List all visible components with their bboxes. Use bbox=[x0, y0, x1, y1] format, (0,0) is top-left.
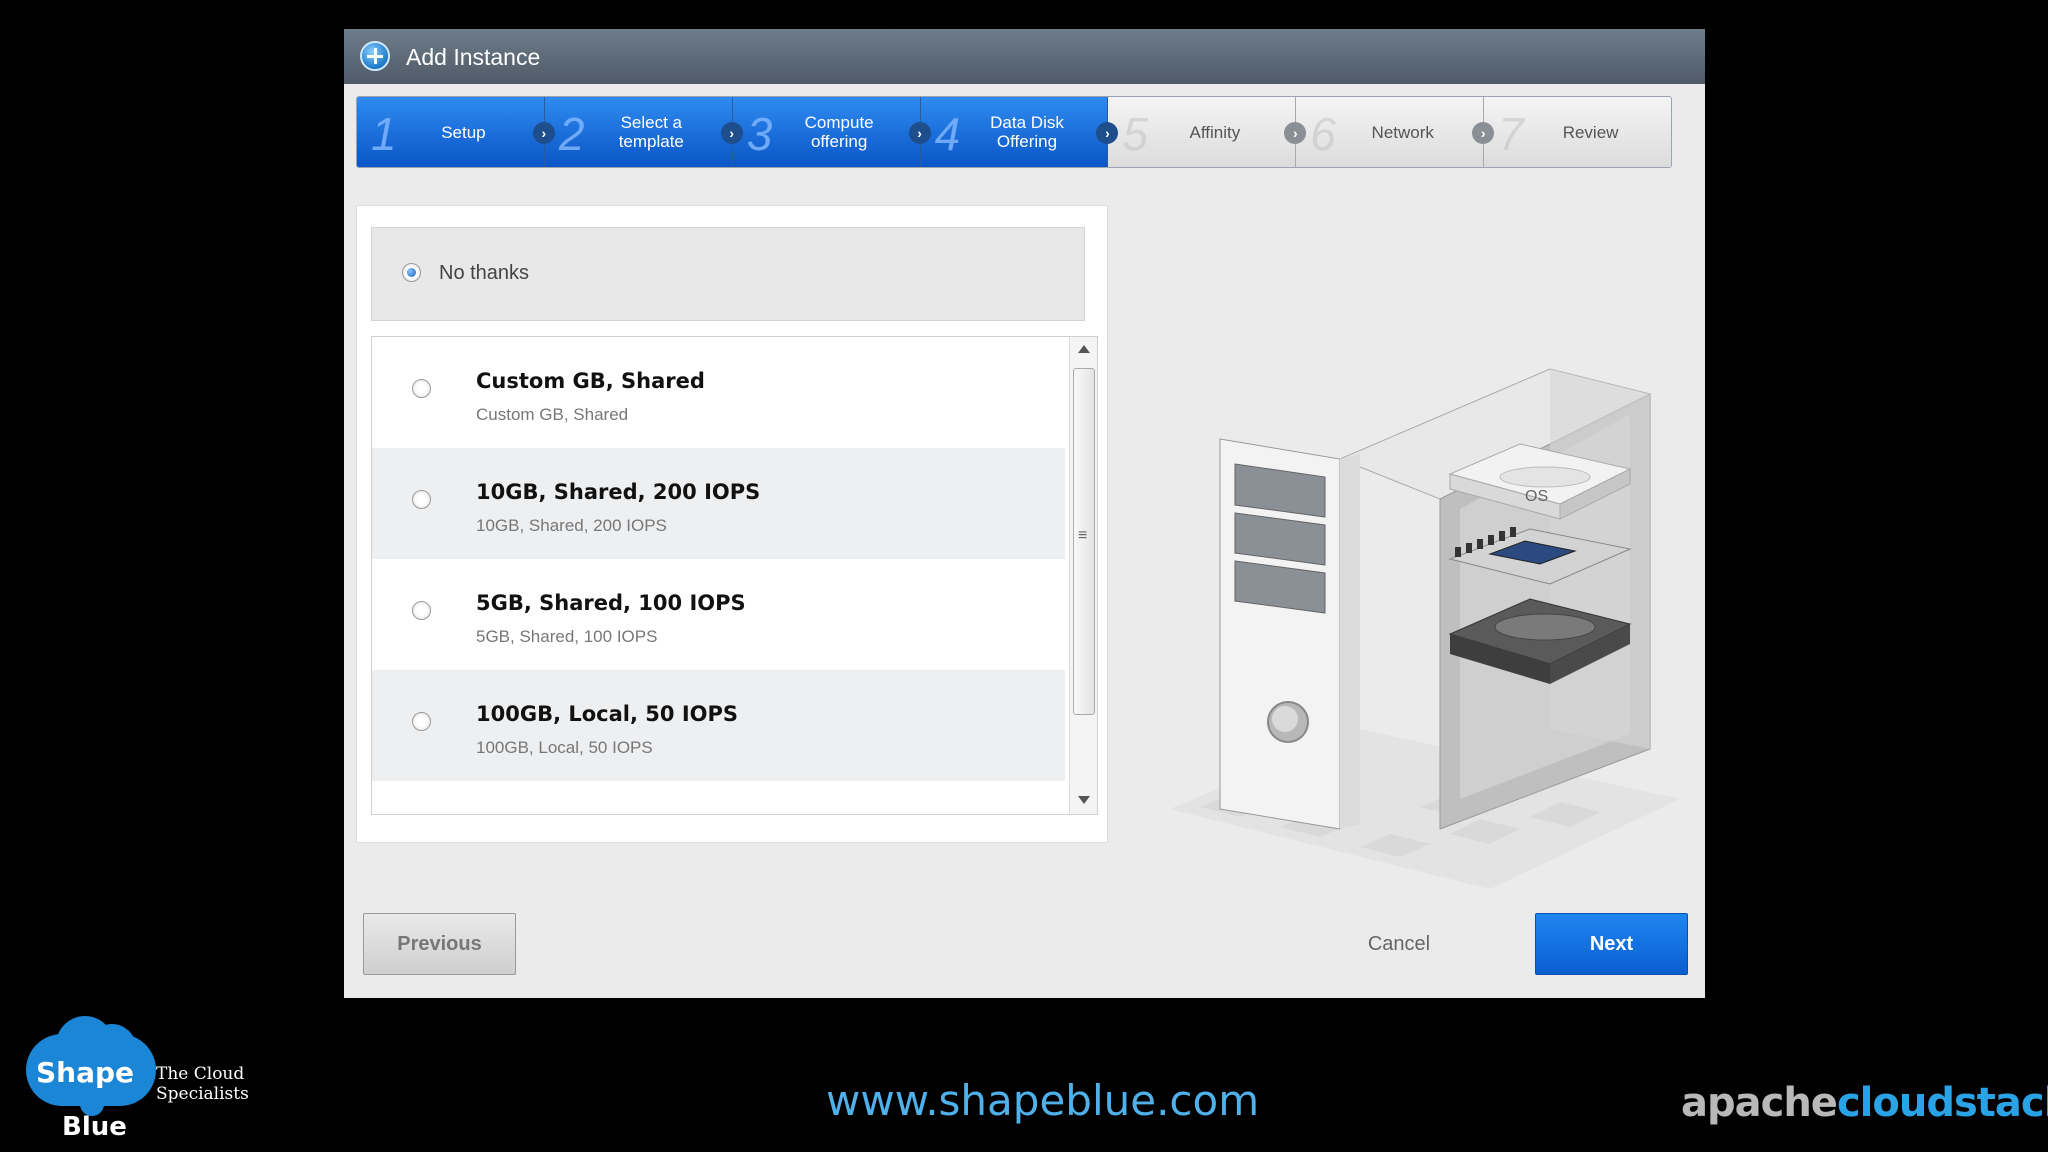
step-number: 7 bbox=[1498, 108, 1524, 160]
step-affinity[interactable]: 5 Affinity › bbox=[1108, 97, 1307, 167]
offering-description: 10GB, Shared, 200 IOPS bbox=[476, 516, 667, 535]
disk-offering-panel: No thanks Custom GB, Shared Custom GB, S… bbox=[356, 205, 1108, 843]
dialog-titlebar: Add Instance bbox=[344, 29, 1705, 84]
scroll-down-arrow-icon[interactable] bbox=[1078, 796, 1090, 804]
logo-word-shape: Shape bbox=[36, 1056, 135, 1089]
brand-part-apache: apache bbox=[1681, 1080, 1838, 1126]
step-label: Select a template bbox=[618, 113, 684, 151]
list-item[interactable]: Custom GB, Shared Custom GB, Shared bbox=[372, 337, 1065, 448]
offering-radio[interactable] bbox=[412, 490, 431, 509]
offering-description: Custom GB, Shared bbox=[476, 405, 629, 424]
offering-description: 100GB, Local, 50 IOPS bbox=[476, 738, 653, 757]
shapeblue-logo: Shape Blue The Cloud Specialists bbox=[20, 1016, 340, 1146]
scroll-thumb[interactable] bbox=[1073, 368, 1095, 715]
cancel-button[interactable]: Cancel bbox=[1344, 933, 1454, 963]
step-data-disk-offering[interactable]: 4 Data Disk Offering › bbox=[920, 97, 1119, 167]
list-item[interactable]: 10GB, Shared, 200 IOPS 10GB, Shared, 200… bbox=[372, 448, 1065, 559]
offering-radio[interactable] bbox=[412, 379, 431, 398]
step-label: Data Disk Offering bbox=[990, 113, 1064, 151]
chevron-right-icon: › bbox=[720, 122, 743, 144]
offering-name: Custom GB, Shared bbox=[476, 369, 705, 393]
offering-list[interactable]: Custom GB, Shared Custom GB, Shared 10GB… bbox=[371, 336, 1098, 815]
step-number: 1 bbox=[371, 108, 397, 160]
dialog-title: Add Instance bbox=[406, 44, 541, 70]
wizard-steps: 1 Setup › 2 Select a template › 3 Comput… bbox=[356, 96, 1672, 168]
offering-name: 10GB, Shared, 200 IOPS bbox=[476, 480, 761, 504]
previous-button[interactable]: Previous bbox=[363, 913, 516, 975]
step-label: Network bbox=[1371, 122, 1434, 142]
offering-description: 5GB, Shared, 100 IOPS bbox=[476, 627, 658, 646]
logo-tagline: The Cloud Specialists bbox=[156, 1064, 249, 1104]
next-button[interactable]: Next bbox=[1535, 913, 1688, 975]
add-circle-icon bbox=[360, 41, 390, 71]
no-thanks-option[interactable]: No thanks bbox=[371, 227, 1085, 321]
step-review[interactable]: 7 Review bbox=[1484, 97, 1671, 167]
list-item[interactable]: 5GB, Shared, 100 IOPS 5GB, Shared, 100 I… bbox=[372, 559, 1065, 670]
step-label: Review bbox=[1562, 122, 1619, 142]
brand-part-cloudstack: cloudstack bbox=[1836, 1080, 2048, 1126]
offering-radio[interactable] bbox=[412, 712, 431, 731]
apache-cloudstack-logo: apachecloudstack ™ bbox=[1681, 1080, 2048, 1126]
scrollbar[interactable] bbox=[1069, 337, 1097, 814]
offering-name: 5GB, Shared, 100 IOPS bbox=[476, 591, 746, 615]
offering-name: 100GB, Local, 50 IOPS bbox=[476, 702, 738, 726]
step-label: Setup bbox=[441, 122, 486, 142]
os-label: OS bbox=[1525, 488, 1548, 505]
add-instance-dialog: Add Instance 1 Setup › 2 Select a templa… bbox=[344, 29, 1705, 998]
step-compute-offering[interactable]: 3 Compute offering › bbox=[732, 97, 931, 167]
chevron-right-icon: › bbox=[532, 122, 555, 144]
step-number: 5 bbox=[1122, 108, 1149, 160]
step-setup[interactable]: 1 Setup › bbox=[357, 97, 555, 167]
server-tower-illustration: OS bbox=[1170, 368, 1680, 889]
step-label: Compute offering bbox=[804, 113, 874, 151]
chevron-right-icon: › bbox=[1472, 122, 1495, 144]
step-number: 2 bbox=[558, 108, 585, 160]
offering-radio[interactable] bbox=[412, 601, 431, 620]
scroll-up-arrow-icon[interactable] bbox=[1078, 345, 1090, 353]
logo-word-blue: Blue bbox=[62, 1112, 127, 1142]
chevron-right-icon: › bbox=[908, 122, 931, 144]
step-number: 6 bbox=[1310, 108, 1336, 160]
step-network[interactable]: 6 Network › bbox=[1296, 97, 1495, 167]
list-item[interactable]: 100GB, Local, 50 IOPS 100GB, Local, 50 I… bbox=[372, 670, 1065, 781]
step-select-template[interactable]: 2 Select a template › bbox=[544, 97, 743, 167]
step-number: 4 bbox=[934, 108, 961, 160]
no-thanks-radio[interactable] bbox=[402, 263, 421, 282]
step-number: 3 bbox=[746, 108, 773, 160]
step-label: Affinity bbox=[1189, 122, 1241, 142]
no-thanks-label: No thanks bbox=[439, 262, 530, 284]
website-url: www.shapeblue.com bbox=[826, 1076, 1260, 1125]
